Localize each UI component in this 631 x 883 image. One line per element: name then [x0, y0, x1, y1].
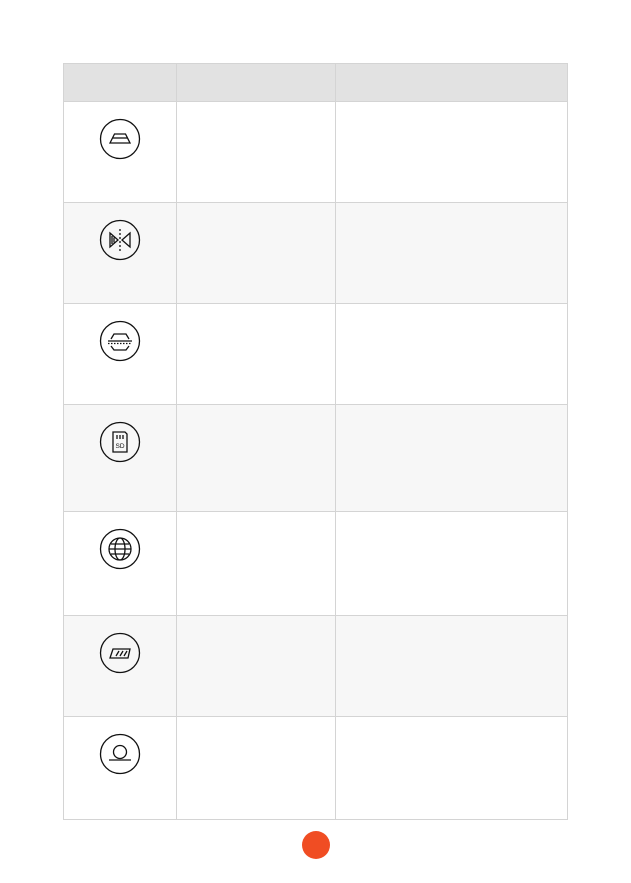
table-row: SD: [63, 404, 568, 512]
icon-reference-table: SD: [63, 63, 568, 820]
table-row: [63, 303, 568, 405]
description-cell: [335, 303, 568, 405]
mirror-flip-icon: [99, 219, 141, 261]
name-cell: [176, 202, 336, 304]
manual-page: SD: [0, 0, 631, 883]
horizon-line-icon: [99, 320, 141, 362]
description-cell: [335, 615, 568, 717]
header-description-column: [335, 63, 568, 102]
hatched-plate-icon: [99, 632, 141, 674]
name-cell: [176, 716, 336, 820]
icon-cell: [63, 101, 177, 203]
table-row: [63, 615, 568, 717]
icon-cell: [63, 511, 177, 616]
table-row: [63, 716, 568, 820]
table-row: [63, 101, 568, 203]
description-cell: [335, 716, 568, 820]
name-cell: [176, 511, 336, 616]
table-header-row: [63, 63, 568, 102]
name-cell: [176, 303, 336, 405]
description-cell: [335, 404, 568, 512]
sd-card-icon: SD: [99, 421, 141, 463]
icon-cell: SD: [63, 404, 177, 512]
table-row: [63, 202, 568, 304]
ring-base-icon: [99, 733, 141, 775]
trapezoid-icon: [99, 118, 141, 160]
page-marker-dot: [302, 831, 330, 859]
icon-cell: [63, 303, 177, 405]
name-cell: [176, 615, 336, 717]
cropped-footer-strip: [0, 879, 631, 883]
table-row: [63, 511, 568, 616]
header-icon-column: [63, 63, 177, 102]
icon-cell: [63, 615, 177, 717]
icon-cell: [63, 202, 177, 304]
header-name-column: [176, 63, 336, 102]
description-cell: [335, 511, 568, 616]
description-cell: [335, 101, 568, 203]
description-cell: [335, 202, 568, 304]
globe-icon: [99, 528, 141, 570]
sd-card-label: SD: [115, 443, 124, 450]
name-cell: [176, 404, 336, 512]
icon-cell: [63, 716, 177, 820]
name-cell: [176, 101, 336, 203]
